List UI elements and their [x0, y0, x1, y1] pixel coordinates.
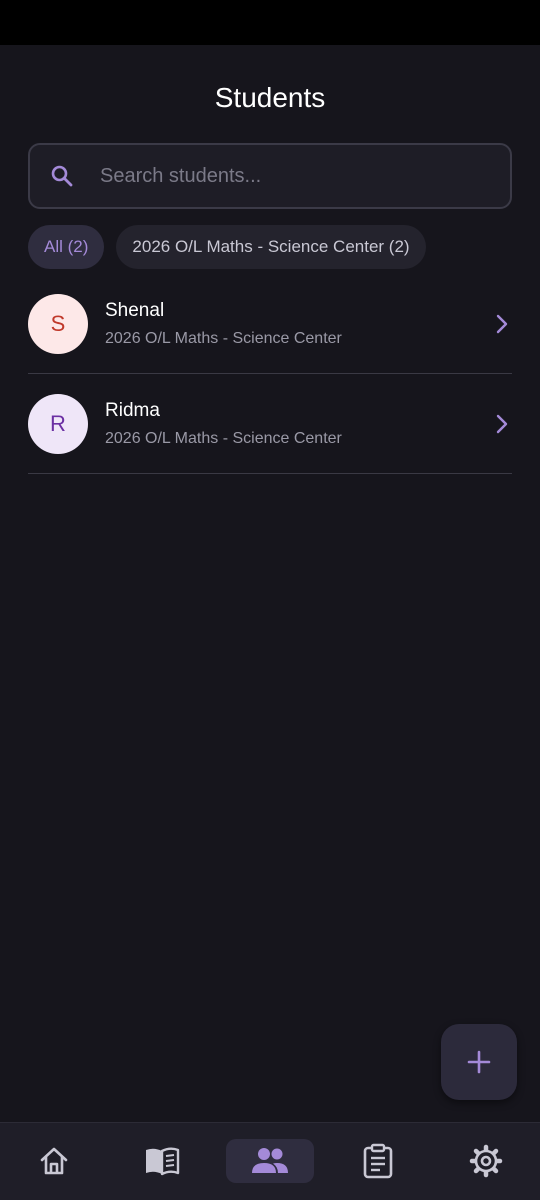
home-icon: [40, 1147, 68, 1175]
nav-item-courses[interactable]: [118, 1139, 206, 1183]
search-box[interactable]: [28, 143, 512, 209]
book-icon: [146, 1147, 180, 1176]
nav-item-settings[interactable]: [442, 1139, 530, 1183]
filter-chips: All (2) 2026 O/L Maths - Science Center …: [28, 225, 426, 269]
student-row[interactable]: S Shenal 2026 O/L Maths - Science Center: [28, 274, 512, 374]
nav-item-attendance[interactable]: [334, 1139, 422, 1183]
gear-icon: [469, 1144, 503, 1178]
avatar: S: [28, 293, 88, 354]
nav-item-home[interactable]: [10, 1139, 98, 1183]
nav-item-students[interactable]: [226, 1139, 314, 1183]
add-student-button[interactable]: [441, 1024, 517, 1100]
avatar-initial: R: [50, 410, 66, 436]
student-list: S Shenal 2026 O/L Maths - Science Center…: [28, 274, 512, 474]
student-class: 2026 O/L Maths - Science Center: [105, 329, 342, 347]
student-class: 2026 O/L Maths - Science Center: [105, 429, 342, 447]
filter-chip-label: 2026 O/L Maths - Science Center (2): [132, 237, 410, 256]
people-icon: [252, 1148, 288, 1173]
students-screen: Students All (2) 2026 O/L Maths - Scienc…: [0, 45, 540, 1200]
filter-chip-label: All (2): [44, 237, 89, 256]
search-icon: [51, 165, 73, 187]
avatar: R: [28, 393, 88, 454]
clipboard-icon: [363, 1143, 393, 1179]
student-name: Ridma: [105, 399, 160, 421]
plus-icon: [467, 1050, 491, 1074]
filter-chip-class[interactable]: 2026 O/L Maths - Science Center (2): [116, 225, 426, 269]
search-input[interactable]: [100, 145, 500, 207]
avatar-initial: S: [50, 310, 66, 336]
student-info: Ridma 2026 O/L Maths - Science Center: [105, 400, 342, 448]
bottom-navigation: [0, 1122, 540, 1200]
student-info: Shenal 2026 O/L Maths - Science Center: [105, 300, 342, 348]
page-title: Students: [214, 82, 326, 113]
chevron-right-icon: [496, 314, 508, 334]
student-name: Shenal: [105, 299, 165, 321]
chevron-right-icon: [496, 414, 508, 434]
status-bar: [0, 0, 540, 45]
filter-chip-all[interactable]: All (2): [28, 225, 105, 269]
student-row[interactable]: R Ridma 2026 O/L Maths - Science Center: [28, 374, 512, 474]
